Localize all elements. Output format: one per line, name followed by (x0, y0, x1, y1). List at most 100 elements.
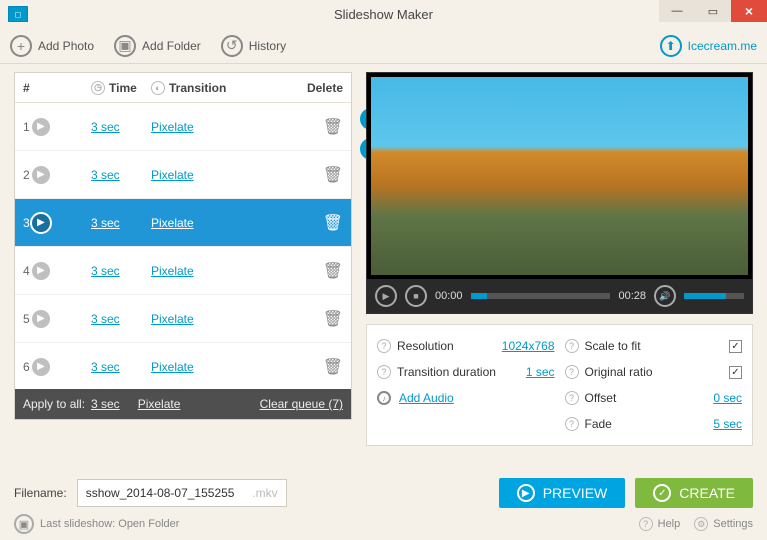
table-row[interactable]: 6▶3 secPixelate🗑 (15, 343, 351, 391)
brand-link[interactable]: ⬆ Icecream.me (660, 35, 757, 57)
transition-icon: ◐ (151, 81, 165, 95)
settings-label: Settings (713, 518, 753, 530)
play-overlay-icon: ▶ (30, 308, 52, 330)
transition-link[interactable]: Pixelate (151, 264, 194, 278)
seek-bar[interactable] (471, 293, 611, 299)
filename-ext: .mkv (252, 486, 277, 500)
preview-image (371, 77, 748, 275)
time-current: 00:00 (435, 290, 463, 302)
volume-bar[interactable] (684, 293, 744, 299)
maximize-button[interactable]: ▭ (695, 0, 731, 22)
offset-label: Offset (585, 391, 617, 405)
time-total: 00:28 (618, 290, 646, 302)
create-label: CREATE (679, 485, 735, 501)
table-header: # ◷Time ◐Transition Delete (15, 73, 351, 103)
transition-link[interactable]: Pixelate (151, 216, 194, 230)
time-link[interactable]: 3 sec (91, 264, 120, 278)
close-button[interactable]: × (731, 0, 767, 22)
col-time[interactable]: ◷Time (91, 81, 151, 95)
help-icon[interactable]: ? (565, 339, 579, 353)
table-row[interactable]: 1▶3 secPixelate🗑 (15, 103, 351, 151)
add-folder-label: Add Folder (142, 39, 201, 53)
plus-icon: + (10, 35, 32, 57)
check-icon: ✓ (653, 484, 671, 502)
table-row[interactable]: 5▶3 secPixelate🗑 (15, 295, 351, 343)
brand-icon: ⬆ (660, 35, 682, 57)
delete-button[interactable]: 🗑 (323, 165, 343, 185)
play-overlay-icon: ▶ (30, 116, 52, 138)
player-bar: ▶ ■ 00:00 00:28 🔊 (367, 279, 752, 313)
offset-value[interactable]: 0 sec (713, 391, 742, 405)
help-icon[interactable]: ? (565, 417, 579, 431)
time-link[interactable]: 3 sec (91, 312, 120, 326)
transition-link[interactable]: Pixelate (151, 168, 194, 182)
transition-link[interactable]: Pixelate (151, 312, 194, 326)
toolbar: + Add Photo ▣ Add Folder ↺ History ⬆ Ice… (0, 28, 767, 64)
help-icon[interactable]: ? (565, 365, 579, 379)
filename-input[interactable]: sshow_2014-08-07_155255 .mkv (77, 479, 287, 507)
col-delete: Delete (293, 81, 343, 95)
play-overlay-icon: ▶ (30, 260, 52, 282)
delete-button[interactable]: 🗑 (323, 213, 343, 233)
fade-value[interactable]: 5 sec (713, 417, 742, 431)
app-icon: ◻ (8, 6, 28, 22)
history-icon: ↺ (221, 35, 243, 57)
resolution-value[interactable]: 1024x768 (502, 339, 555, 353)
stop-button[interactable]: ■ (405, 285, 427, 307)
delete-button[interactable]: 🗑 (323, 357, 343, 377)
window-title: Slideshow Maker (334, 7, 433, 22)
folder-open-icon: ▣ (14, 514, 34, 534)
add-folder-button[interactable]: ▣ Add Folder (114, 35, 201, 57)
settings-button[interactable]: ⚙ Settings (694, 517, 753, 531)
scale-checkbox[interactable]: ✓ (729, 340, 742, 353)
fade-label: Fade (585, 417, 612, 431)
preview-label: PREVIEW (543, 485, 608, 501)
add-photo-label: Add Photo (38, 39, 94, 53)
help-icon[interactable]: ? (377, 339, 391, 353)
transition-dur-label: Transition duration (397, 365, 496, 379)
col-transition[interactable]: ◐Transition (151, 81, 261, 95)
delete-button[interactable]: 🗑 (323, 117, 343, 137)
help-icon[interactable]: ? (565, 391, 579, 405)
mute-button[interactable]: 🔊 (654, 285, 676, 307)
delete-button[interactable]: 🗑 (323, 261, 343, 281)
last-slideshow-link[interactable]: Last slideshow: Open Folder (40, 518, 179, 530)
resolution-label: Resolution (397, 339, 454, 353)
table-row[interactable]: 3▶3 secPixelate🗑 (15, 199, 351, 247)
minimize-button[interactable]: — (659, 0, 695, 22)
table-row[interactable]: 2▶3 secPixelate🗑 (15, 151, 351, 199)
help-icon: ? (639, 517, 653, 531)
filename-value: sshow_2014-08-07_155255 (86, 486, 235, 500)
history-label: History (249, 39, 286, 53)
audio-icon: ♪ (377, 391, 391, 405)
preview-button[interactable]: ▶ PREVIEW (499, 478, 626, 508)
add-audio-link[interactable]: Add Audio (399, 391, 454, 405)
time-link[interactable]: 3 sec (91, 360, 120, 374)
add-photo-button[interactable]: + Add Photo (10, 35, 94, 57)
transition-link[interactable]: Pixelate (151, 120, 194, 134)
preview-pane: ▶ ■ 00:00 00:28 🔊 (366, 72, 753, 314)
photo-table: # ◷Time ◐Transition Delete 1▶3 secPixela… (14, 72, 352, 420)
create-button[interactable]: ✓ CREATE (635, 478, 753, 508)
apply-time-link[interactable]: 3 sec (91, 397, 120, 411)
ratio-checkbox[interactable]: ✓ (729, 366, 742, 379)
time-link[interactable]: 3 sec (91, 120, 120, 134)
col-num: # (23, 81, 41, 95)
apply-transition-link[interactable]: Pixelate (138, 397, 181, 411)
play-icon: ▶ (517, 484, 535, 502)
scale-label: Scale to fit (585, 339, 641, 353)
time-link[interactable]: 3 sec (91, 216, 120, 230)
apply-all-bar: Apply to all: 3 sec Pixelate Clear queue… (15, 389, 351, 419)
table-row[interactable]: 4▶3 secPixelate🗑 (15, 247, 351, 295)
transition-dur-value[interactable]: 1 sec (526, 365, 555, 379)
help-icon[interactable]: ? (377, 365, 391, 379)
delete-button[interactable]: 🗑 (323, 309, 343, 329)
history-button[interactable]: ↺ History (221, 35, 286, 57)
play-button[interactable]: ▶ (375, 285, 397, 307)
transition-link[interactable]: Pixelate (151, 360, 194, 374)
clear-queue-link[interactable]: Clear queue (7) (260, 397, 343, 411)
play-overlay-icon: ▶ (30, 212, 52, 234)
help-button[interactable]: ? Help (639, 517, 681, 531)
gear-icon: ⚙ (694, 517, 708, 531)
time-link[interactable]: 3 sec (91, 168, 120, 182)
